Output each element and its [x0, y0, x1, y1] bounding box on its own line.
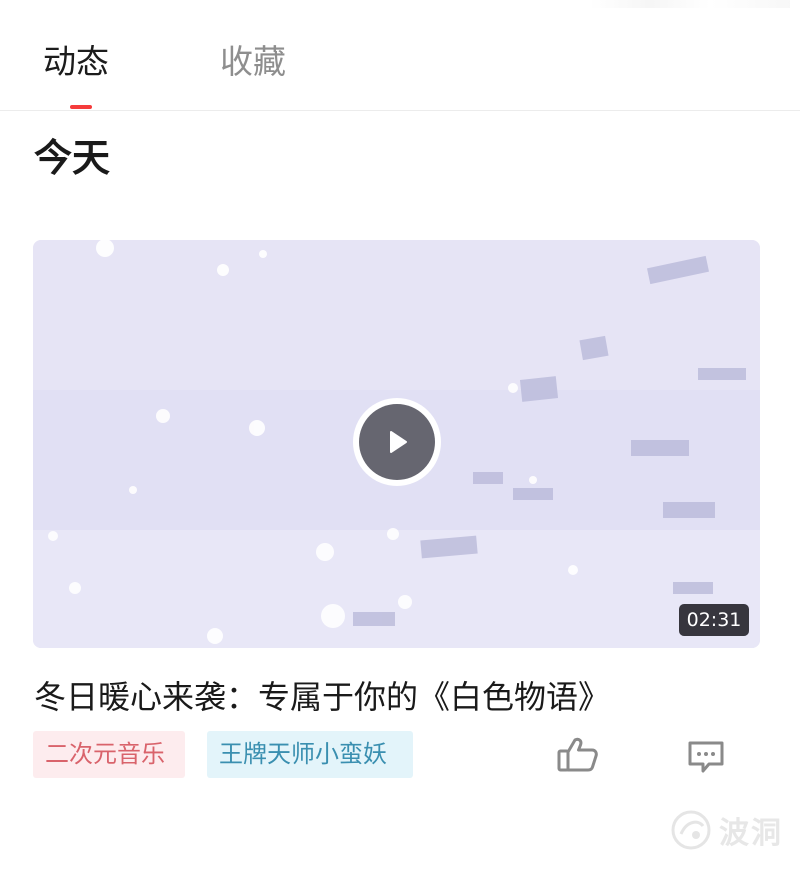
- tab-dynamics[interactable]: 动态: [43, 40, 109, 84]
- video-title[interactable]: 冬日暖心来袭：专属于你的《白色物语》: [34, 672, 610, 722]
- watermark: 波洞: [669, 808, 783, 852]
- tag-anime-music[interactable]: 二次元音乐: [33, 731, 185, 778]
- play-icon: [359, 404, 435, 480]
- comment-icon[interactable]: [687, 740, 725, 778]
- tab-favorites[interactable]: 收藏: [220, 40, 286, 84]
- tab-bar: 动态 收藏: [0, 0, 800, 111]
- bodong-logo-icon: [671, 810, 711, 850]
- play-button[interactable]: [353, 398, 441, 486]
- video-duration-badge: 02:31: [679, 604, 749, 636]
- thumbs-up-icon[interactable]: [557, 737, 599, 777]
- active-tab-indicator: [70, 105, 92, 109]
- section-title: 今天: [34, 136, 111, 180]
- tag-series-name[interactable]: 王牌天师小蛮妖: [207, 731, 413, 778]
- watermark-text: 波洞: [719, 816, 783, 851]
